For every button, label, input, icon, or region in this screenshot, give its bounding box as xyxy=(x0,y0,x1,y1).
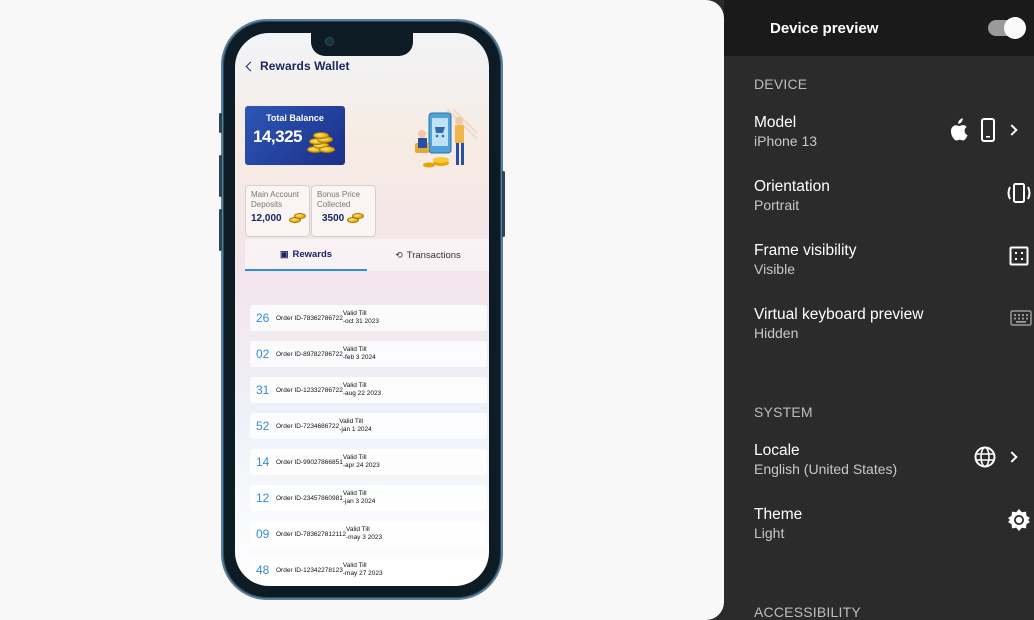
list-item[interactable]: 26 Order ID-78362786722 Valid Till -oct 31 … xyxy=(250,305,487,331)
panel-header: Device preview xyxy=(724,0,1034,56)
panel-title: Device preview xyxy=(770,19,879,37)
bonus-price-collected-card: Bonus Price Collected 3500 xyxy=(311,185,376,237)
phone-frame: Rewards Wallet Total Balance 14,325 Main… xyxy=(219,19,505,600)
list-item[interactable]: 14 Order ID-99027866851 Valid Till -apr 24 … xyxy=(250,449,487,475)
back-icon[interactable] xyxy=(245,61,256,71)
locale-setting[interactable]: Locale English (United States) xyxy=(754,442,1020,477)
shopping-illustration-icon xyxy=(415,108,478,168)
list-item[interactable]: 48 Order ID-12342278123 Valid Till -may 27 … xyxy=(250,557,487,583)
phone-side-button xyxy=(219,113,222,133)
coins-icon xyxy=(289,211,307,225)
preview-canvas: Rewards Wallet Total Balance 14,325 Main… xyxy=(0,0,724,620)
tab-rewards[interactable]: ▣ Rewards xyxy=(245,239,367,271)
total-balance-card: Total Balance 14,325 xyxy=(245,106,345,165)
list-item[interactable]: 12 Order ID-23457860981 Valid Till -jan 3 2… xyxy=(250,485,487,511)
setting-name: Frame visibility xyxy=(754,242,857,259)
setting-value: Visible xyxy=(754,261,795,277)
page-title: Rewards Wallet xyxy=(260,59,350,73)
stat-value: 12,000 xyxy=(251,211,307,225)
apple-icon xyxy=(950,118,968,141)
orientation-setting[interactable]: Orientation Portrait xyxy=(754,178,1031,213)
phone-screen: Rewards Wallet Total Balance 14,325 Main… xyxy=(235,33,489,586)
section-device: DEVICE xyxy=(754,76,808,92)
brightness-icon xyxy=(1008,509,1030,531)
chevron-right-icon xyxy=(1006,124,1018,136)
device-preview-panel: Device preview DEVICE Model iPhone 13 Or… xyxy=(724,0,1034,620)
rewards-list: 26 Order ID-78362786722 Valid Till -oct 31 … xyxy=(250,305,487,586)
camera-icon xyxy=(325,37,334,46)
list-item[interactable]: 02 Order ID-89782786722 Valid Till -feb 3 2… xyxy=(250,341,487,367)
virtual-keyboard-setting[interactable]: Virtual keyboard preview Hidden xyxy=(754,306,1032,341)
chevron-right-icon xyxy=(1006,451,1018,463)
phone-notch xyxy=(311,33,413,56)
gift-icon: ▣ xyxy=(279,248,289,259)
screen-rotation-icon xyxy=(1007,183,1031,203)
frame-icon xyxy=(1009,246,1029,266)
phone-side-button xyxy=(219,155,222,197)
keyboard-icon xyxy=(1010,310,1032,326)
stat-label: Main Account Deposits xyxy=(251,190,300,209)
phone-side-button xyxy=(502,171,505,237)
setting-value: Hidden xyxy=(754,325,799,341)
list-item[interactable]: 31 Order ID-12332786722 Valid Till -aug 22 … xyxy=(250,377,487,403)
frame-visibility-setting[interactable]: Frame visibility Visible xyxy=(754,242,1029,277)
section-system: SYSTEM xyxy=(754,404,813,420)
model-setting[interactable]: Model iPhone 13 xyxy=(754,114,1020,149)
setting-name: Virtual keyboard preview xyxy=(754,306,924,323)
swap-icon: ⟲ xyxy=(395,249,403,260)
main-account-deposits-card: Main Account Deposits 12,000 xyxy=(245,185,310,237)
section-accessibility: ACCESSIBILITY xyxy=(754,604,861,620)
globe-icon xyxy=(974,446,996,468)
list-item[interactable]: 09 Order ID-783627812112 Valid Till -may 3 … xyxy=(250,521,487,547)
toggle-knob xyxy=(1004,17,1026,39)
phone-side-button xyxy=(219,209,222,251)
setting-value: Light xyxy=(754,525,785,541)
stat-label: Bonus Price Collected xyxy=(317,190,361,209)
phone-icon xyxy=(981,118,995,142)
coins-icon xyxy=(347,211,365,225)
wallet-tabs: ▣ Rewards ⟲ Transactions xyxy=(245,239,489,271)
setting-value: Portrait xyxy=(754,197,800,213)
list-item[interactable]: 52 Order ID-7234686722 Valid Till -jan 1 20… xyxy=(250,413,487,439)
setting-name: Orientation xyxy=(754,178,830,195)
theme-setting[interactable]: Theme Light xyxy=(754,506,1030,541)
balance-label: Total Balance xyxy=(266,113,324,123)
app-bar: Rewards Wallet xyxy=(245,59,350,73)
tab-transactions[interactable]: ⟲ Transactions xyxy=(367,239,489,271)
stat-value: 3500 xyxy=(317,213,370,224)
device-preview-toggle[interactable] xyxy=(988,17,1026,39)
setting-name: Theme xyxy=(754,506,803,523)
